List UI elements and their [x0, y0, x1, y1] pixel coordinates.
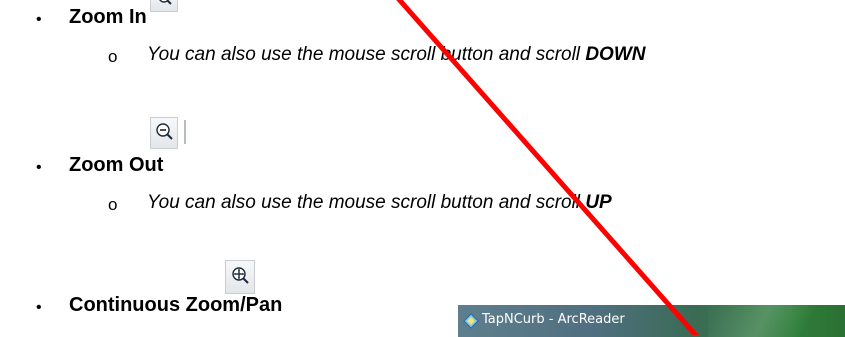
- titlebar-gloss: [708, 305, 845, 337]
- sub-marker-zoom-out: o: [108, 195, 118, 214]
- arcreader-window-titlebar[interactable]: TapNCurb - ArcReader: [458, 305, 845, 337]
- continuous-zoom-pan-icon: [225, 260, 255, 294]
- bullet-zoom-out: •: [36, 159, 42, 176]
- sub-text-zoom-in: You can also use the mouse scroll button…: [147, 44, 645, 66]
- sub-text-zoom-out-emphasis: UP: [585, 192, 612, 213]
- bullet-zoom-in: •: [36, 11, 42, 28]
- sub-text-zoom-out: You can also use the mouse scroll button…: [147, 192, 612, 214]
- label-continuous-zoom-pan: Continuous Zoom/Pan: [69, 294, 283, 316]
- zoom-in-icon: [150, 0, 178, 12]
- zoom-out-icon: [150, 117, 178, 149]
- window-title: TapNCurb - ArcReader: [482, 312, 625, 327]
- bullet-continuous-zoom-pan: •: [36, 299, 42, 316]
- sub-marker-zoom-in: o: [108, 47, 118, 66]
- sub-text-zoom-in-body: You can also use the mouse scroll button…: [147, 44, 586, 65]
- sub-text-zoom-out-body: You can also use the mouse scroll button…: [147, 192, 586, 213]
- label-zoom-in: Zoom In: [69, 6, 147, 28]
- arcreader-app-icon: [463, 313, 479, 329]
- sub-text-zoom-in-emphasis: DOWN: [585, 44, 646, 65]
- label-zoom-out: Zoom Out: [69, 154, 164, 176]
- toolbar-separator: [184, 120, 186, 144]
